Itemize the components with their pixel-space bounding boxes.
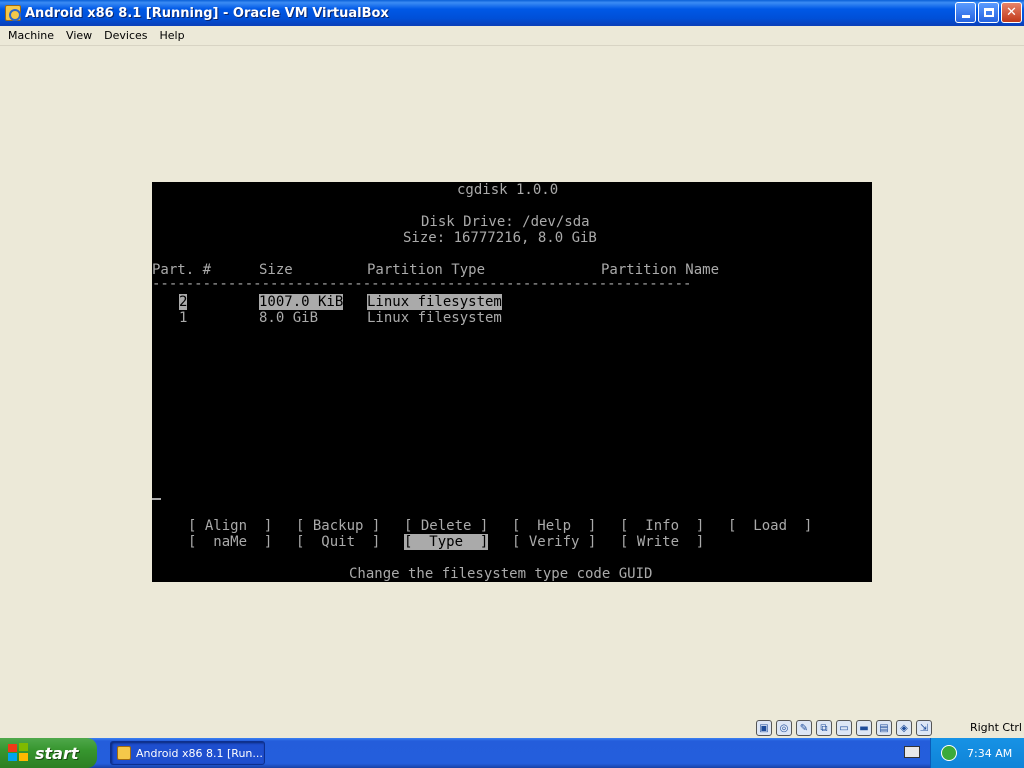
partition-type-selected[interactable]: Linux filesystem (367, 294, 502, 310)
partition-number-selected[interactable]: 2 (179, 294, 188, 310)
video-capture-icon[interactable]: ▤ (876, 720, 892, 736)
backup-action[interactable]: [ Backup ] (296, 518, 380, 534)
partition-size-selected[interactable]: 1007.0 KiB (259, 294, 344, 310)
cgdisk-title: cgdisk 1.0.0 (457, 182, 559, 198)
partition-number[interactable]: 1 (179, 310, 187, 326)
taskbar: start Android x86 8.1 [Run... 7:34 AM (0, 738, 1024, 768)
clock[interactable]: 7:34 AM (967, 747, 1012, 760)
disk-drive-label: Disk Drive: /dev/sda (421, 214, 590, 230)
delete-action[interactable]: [ Delete ] (404, 518, 488, 534)
maximize-button[interactable] (978, 2, 999, 23)
write-action[interactable]: [ Write ] (620, 534, 704, 550)
virtualbox-icon (5, 5, 21, 21)
verify-action[interactable]: [ Verify ] (512, 534, 596, 550)
menu-machine[interactable]: Machine (2, 29, 60, 42)
partition-size[interactable]: 8.0 GiB (259, 310, 318, 326)
menu-help[interactable]: Help (154, 29, 191, 42)
system-tray: 7:34 AM (930, 738, 1024, 768)
hard-disk-icon[interactable]: ▣ (756, 720, 772, 736)
window-title-bar[interactable]: Android x86 8.1 [Running] - Oracle VM Vi… (0, 0, 1024, 26)
host-key-label: Right Ctrl (969, 721, 1022, 734)
windows-logo-icon (8, 743, 30, 763)
start-label: start (35, 743, 79, 763)
optical-disc-icon[interactable]: ◎ (776, 720, 792, 736)
vm-display[interactable]: cgdisk 1.0.0 Disk Drive: /dev/sda Size: … (152, 182, 872, 582)
minimize-icon (961, 15, 970, 18)
display-icon[interactable]: ▬ (856, 720, 872, 736)
window-title: Android x86 8.1 [Running] - Oracle VM Vi… (25, 5, 389, 21)
vm-status-bar: ▣ ◎ ✎ ⧉ ▭ ▬ ▤ ◈ ⇲ Right Ctrl (0, 718, 1024, 738)
header-separator: ----------------------------------------… (152, 276, 692, 292)
action-help-text: Change the filesystem type code GUID (349, 566, 653, 582)
disk-size-label: Size: 16777216, 8.0 GiB (403, 230, 597, 246)
minimize-button[interactable] (955, 2, 976, 23)
network-tray-icon[interactable] (941, 745, 957, 761)
quit-action[interactable]: [ Quit ] (296, 534, 380, 550)
mouse-integration-icon[interactable]: ⇲ (916, 720, 932, 736)
virtualbox-icon (117, 746, 131, 760)
restore-icon (983, 8, 994, 17)
menu-view[interactable]: View (60, 29, 98, 42)
taskbar-item-label: Android x86 8.1 [Run... (136, 746, 263, 760)
start-button[interactable]: start (0, 738, 97, 768)
info-action[interactable]: [ Info ] (620, 518, 704, 534)
keyboard-icon[interactable] (904, 746, 920, 758)
partition-type[interactable]: Linux filesystem (367, 310, 502, 326)
name-action[interactable]: [ naMe ] (188, 534, 272, 550)
usb-icon[interactable]: ✎ (796, 720, 812, 736)
close-button[interactable]: ✕ (1001, 2, 1022, 23)
cpu-icon[interactable]: ◈ (896, 720, 912, 736)
network-icon[interactable]: ⧉ (816, 720, 832, 736)
shared-folder-icon[interactable]: ▭ (836, 720, 852, 736)
text-cursor (152, 498, 161, 500)
type-action-selected[interactable]: [ Type ] (404, 534, 489, 550)
menu-bar: Machine View Devices Help (0, 26, 1024, 46)
menu-devices[interactable]: Devices (98, 29, 153, 42)
align-action[interactable]: [ Align ] (188, 518, 272, 534)
load-action[interactable]: [ Load ] (728, 518, 812, 534)
taskbar-item-virtualbox[interactable]: Android x86 8.1 [Run... (110, 741, 265, 765)
help-action[interactable]: [ Help ] (512, 518, 596, 534)
